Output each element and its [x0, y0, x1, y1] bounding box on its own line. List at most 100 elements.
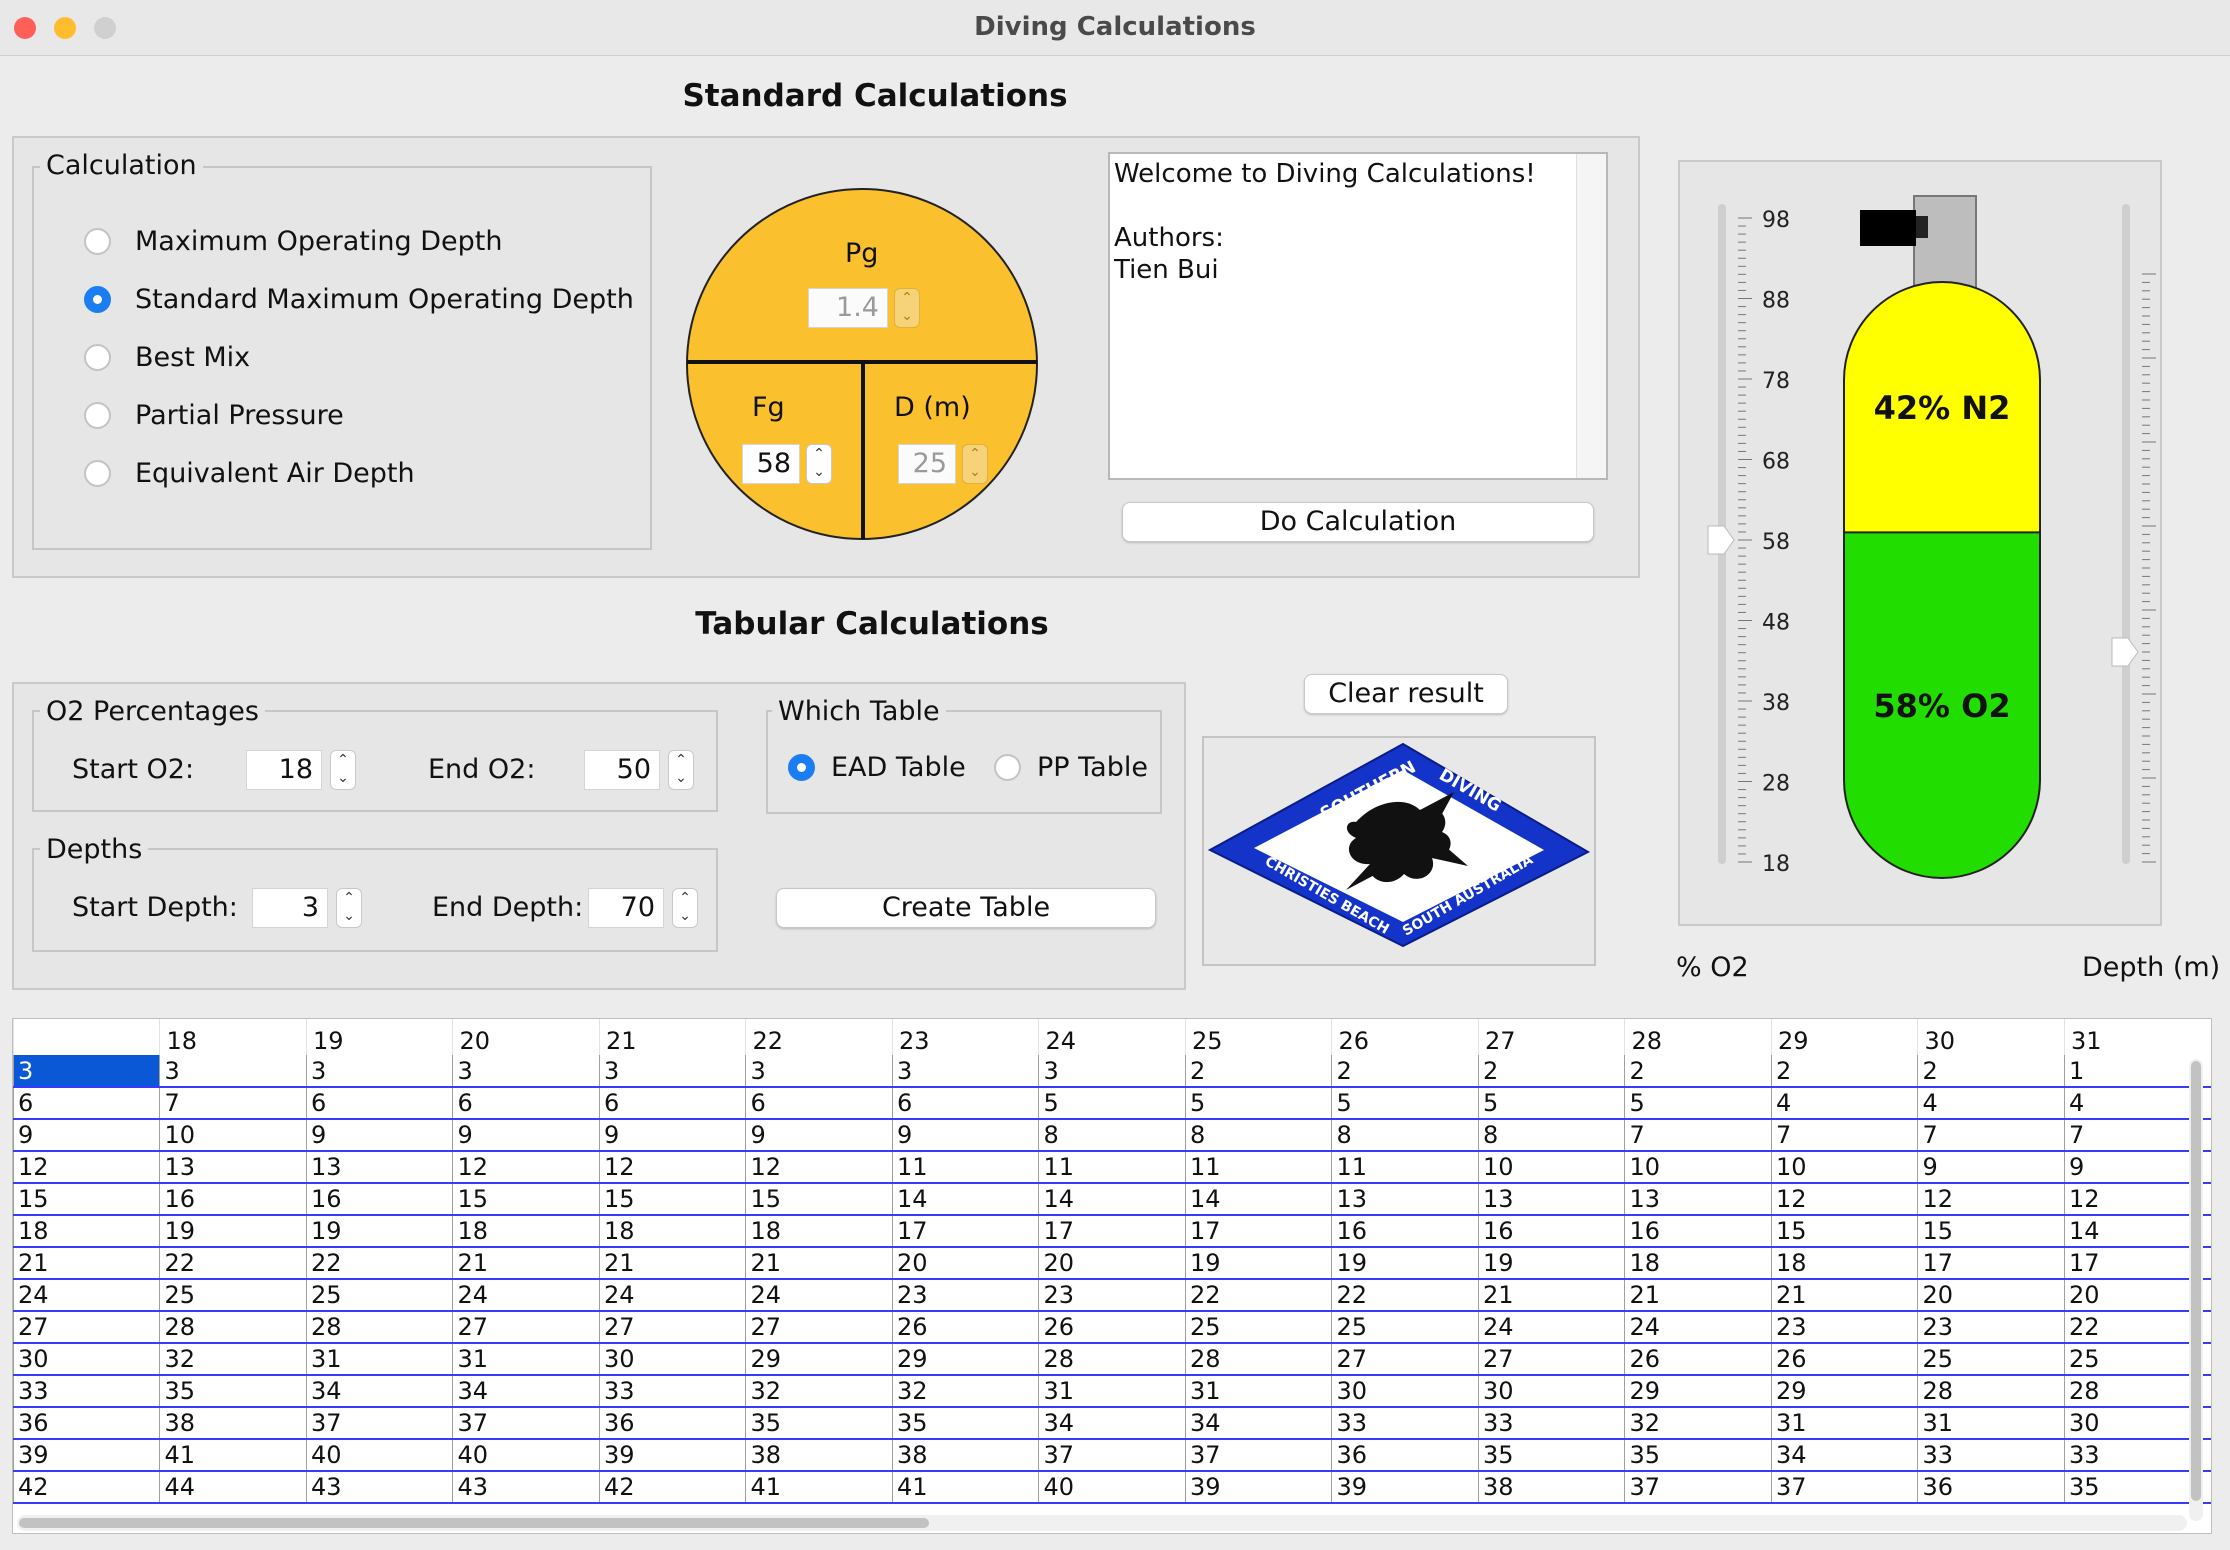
table-cell[interactable]: 27: [1331, 1343, 1479, 1376]
table-cell[interactable]: 5: [1331, 1087, 1479, 1120]
table-cell[interactable]: 11: [1331, 1151, 1479, 1184]
table-cell[interactable]: 34: [452, 1375, 600, 1408]
table-cell[interactable]: 14: [1184, 1183, 1332, 1216]
table-cell[interactable]: 15: [13, 1183, 160, 1216]
table-cell[interactable]: 23: [1917, 1311, 2065, 1344]
pg-stepper[interactable]: ⌃ ⌄: [894, 288, 920, 328]
table-cell[interactable]: 15: [452, 1183, 600, 1216]
table-cell[interactable]: 21: [598, 1247, 746, 1280]
table-cell[interactable]: 26: [891, 1311, 1039, 1344]
table-cell[interactable]: 21: [745, 1247, 893, 1280]
table-cell[interactable]: 37: [305, 1407, 453, 1440]
table-cell[interactable]: 26: [1038, 1311, 1186, 1344]
table-row[interactable]: 333333332222221: [13, 1055, 2211, 1088]
table-cell[interactable]: 31: [1770, 1407, 1918, 1440]
table-cell[interactable]: 16: [1477, 1215, 1625, 1248]
table-cell[interactable]: 11: [891, 1151, 1039, 1184]
table-cell[interactable]: 28: [1184, 1343, 1332, 1376]
table-cell[interactable]: 37: [1038, 1439, 1186, 1472]
column-header[interactable]: 30: [1917, 1019, 2065, 1055]
depth-slider-thumb[interactable]: [2111, 637, 2139, 667]
table-cell[interactable]: 33: [598, 1375, 746, 1408]
table-cell[interactable]: 7: [1770, 1119, 1918, 1152]
table-cell[interactable]: 5: [1184, 1087, 1332, 1120]
table-cell[interactable]: 18: [1624, 1247, 1772, 1280]
table-cell[interactable]: 29: [1770, 1375, 1918, 1408]
table-cell[interactable]: 38: [891, 1439, 1039, 1472]
table-cell[interactable]: 11: [1184, 1151, 1332, 1184]
table-cell[interactable]: 19: [305, 1215, 453, 1248]
fg-stepper[interactable]: ⌃ ⌄: [806, 444, 832, 484]
table-cell[interactable]: 35: [159, 1375, 307, 1408]
table-row[interactable]: 15 16 16 15 15 15 14 14 14 13 13 13 12 12 12: [13, 1183, 2211, 1216]
end-o2-input[interactable]: 50: [584, 750, 660, 790]
table-row[interactable]: 676666655555444: [13, 1087, 2211, 1120]
column-header[interactable]: 24: [1038, 1019, 1186, 1055]
calc-option-radio[interactable]: [84, 286, 111, 313]
table-cell[interactable]: 13: [1477, 1183, 1625, 1216]
table-cell[interactable]: 35: [1624, 1439, 1772, 1472]
table-cell[interactable]: 27: [1477, 1343, 1625, 1376]
output-text-area[interactable]: Welcome to Diving Calculations! Authors:…: [1108, 152, 1608, 480]
table-cell[interactable]: 38: [745, 1439, 893, 1472]
table-cell[interactable]: 31: [1184, 1375, 1332, 1408]
table-cell[interactable]: 3: [452, 1055, 600, 1088]
table-cell[interactable]: 3: [891, 1055, 1039, 1088]
table-cell[interactable]: 36: [13, 1407, 160, 1440]
table-cell[interactable]: 40: [305, 1439, 453, 1472]
table-cell[interactable]: 42: [598, 1471, 746, 1504]
table-cell[interactable]: 24: [1624, 1311, 1772, 1344]
end-depth-stepper[interactable]: ⌃ ⌄: [672, 888, 698, 928]
table-row[interactable]: 30 32 31 31 30 29 29 28 28 27 27 26 26 25 25: [13, 1343, 2211, 1376]
table-cell[interactable]: 35: [891, 1407, 1039, 1440]
table-cell[interactable]: 20: [891, 1247, 1039, 1280]
table-cell[interactable]: 18: [1770, 1247, 1918, 1280]
o2-slider-thumb[interactable]: [1707, 525, 1735, 555]
table-cell[interactable]: 9: [452, 1119, 600, 1152]
table-cell[interactable]: 12: [1770, 1183, 1918, 1216]
table-cell[interactable]: 3: [598, 1055, 746, 1088]
table-cell[interactable]: 13: [159, 1151, 307, 1184]
table-vertical-scrollbar[interactable]: [2189, 1059, 2203, 1521]
column-header[interactable]: 22: [745, 1019, 893, 1055]
table-cell[interactable]: 21: [1477, 1279, 1625, 1312]
start-o2-input[interactable]: 18: [246, 750, 322, 790]
table-cell[interactable]: 38: [159, 1407, 307, 1440]
ead-table-radio[interactable]: [788, 754, 815, 781]
table-cell[interactable]: 10: [1770, 1151, 1918, 1184]
table-cell[interactable]: 24: [598, 1279, 746, 1312]
pp-table-option[interactable]: PP Table: [994, 752, 1148, 783]
table-cell[interactable]: 34: [305, 1375, 453, 1408]
table-cell[interactable]: 2: [1331, 1055, 1479, 1088]
table-row[interactable]: 18 19 19 18 18 18 17 17 17 16 16 16 15 15 14: [13, 1215, 2211, 1248]
table-cell[interactable]: 25: [305, 1279, 453, 1312]
table-cell[interactable]: 33: [13, 1375, 160, 1408]
table-cell[interactable]: 36: [1917, 1471, 2065, 1504]
table-cell[interactable]: 36: [598, 1407, 746, 1440]
table-cell[interactable]: 17: [1184, 1215, 1332, 1248]
column-header[interactable]: 27: [1477, 1019, 1625, 1055]
table-cell[interactable]: 34: [1184, 1407, 1332, 1440]
table-cell[interactable]: 14: [1038, 1183, 1186, 1216]
column-header[interactable]: 20: [452, 1019, 600, 1055]
start-depth-input[interactable]: 3: [252, 888, 328, 928]
table-cell[interactable]: 8: [1184, 1119, 1332, 1152]
table-cell[interactable]: 9: [1917, 1151, 2065, 1184]
calc-option-radio[interactable]: [84, 344, 111, 371]
table-row[interactable]: 27 28 28 27 27 27 26 26 25 25 24 24 23 23 22: [13, 1311, 2211, 1344]
table-cell[interactable]: 17: [891, 1215, 1039, 1248]
table-cell[interactable]: 19: [159, 1215, 307, 1248]
table-cell[interactable]: 12: [452, 1151, 600, 1184]
table-cell[interactable]: 24: [1477, 1311, 1625, 1344]
table-cell[interactable]: 39: [1331, 1471, 1479, 1504]
table-cell[interactable]: 24: [13, 1279, 160, 1312]
table-cell[interactable]: 19: [1477, 1247, 1625, 1280]
table-cell[interactable]: 17: [1917, 1247, 2065, 1280]
create-table-button[interactable]: Create Table: [776, 888, 1156, 928]
do-calculation-button[interactable]: Do Calculation: [1122, 502, 1594, 542]
pp-table-radio[interactable]: [994, 754, 1021, 781]
column-header[interactable]: 29: [1770, 1019, 1918, 1055]
table-cell[interactable]: 10: [159, 1119, 307, 1152]
table-cell[interactable]: 3: [13, 1055, 160, 1088]
start-o2-stepper[interactable]: ⌃ ⌄: [330, 750, 356, 790]
